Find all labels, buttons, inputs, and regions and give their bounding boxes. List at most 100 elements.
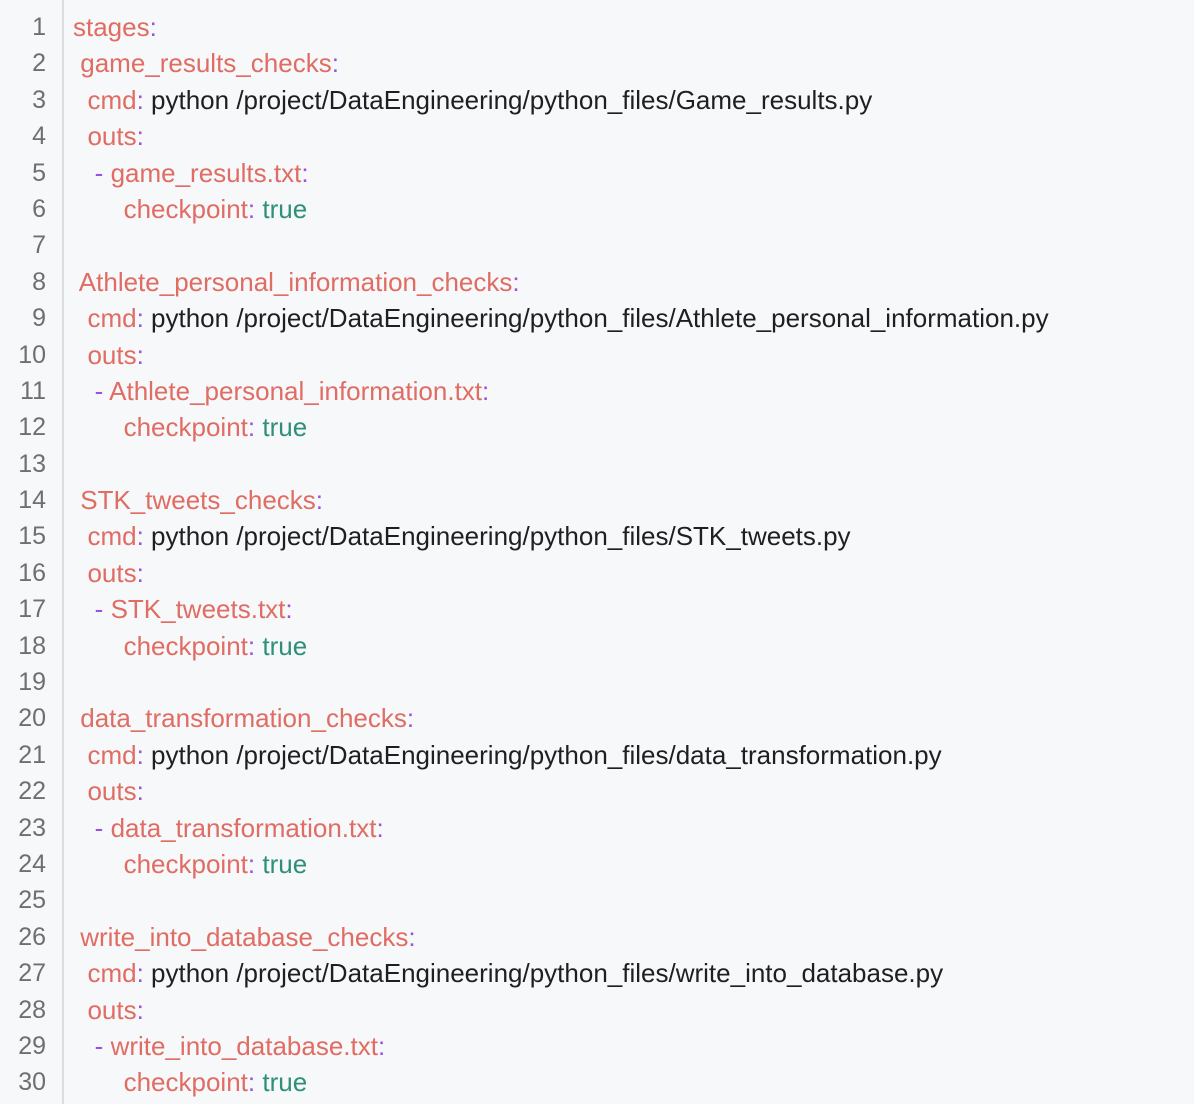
yaml-key: stages	[73, 12, 150, 42]
line-number: 4	[32, 122, 46, 151]
yaml-key: STK_tweets.txt	[110, 594, 286, 625]
yaml-key: cmd	[87, 303, 137, 334]
line-number: 13	[18, 449, 46, 478]
line-number: 18	[18, 631, 46, 660]
yaml-value: true	[255, 848, 308, 879]
yaml-key: cmd	[87, 739, 137, 770]
code-line[interactable]: outs:	[73, 992, 1194, 1028]
code-line[interactable]: cmd: python /project/DataEngineering/pyt…	[73, 82, 1194, 118]
yaml-value: true	[255, 412, 308, 443]
yaml-value: python /project/DataEngineering/python_f…	[143, 521, 851, 552]
line-number: 12	[18, 413, 46, 442]
line-number: 7	[32, 231, 46, 260]
code-editor[interactable]: 1 2 3 4 5 6 7 8 9 10 11 12 13 14 15 16 17 18 19 20 21 22 23 24 2…	[0, 0, 1194, 1104]
line-number: 11	[20, 376, 46, 405]
line-number: 20	[18, 704, 46, 733]
yaml-key: Athlete_personal_information_checks	[78, 266, 513, 297]
yaml-key: checkpoint	[123, 193, 248, 224]
line-number: 1	[32, 13, 46, 41]
yaml-colon: :	[136, 303, 144, 334]
code-line[interactable]: - STK_tweets.txt:	[73, 591, 1194, 627]
line-number: 19	[18, 668, 46, 697]
yaml-colon: :	[315, 485, 324, 516]
yaml-colon: :	[512, 266, 520, 297]
yaml-value: python /project/DataEngineering/python_f…	[143, 84, 873, 115]
line-number: 23	[18, 813, 46, 842]
yaml-key: checkpoint	[123, 630, 248, 661]
code-line[interactable]: - game_results.txt:	[73, 155, 1194, 191]
code-line[interactable]: outs:	[73, 337, 1194, 373]
code-line[interactable]: outs:	[73, 773, 1194, 809]
code-content[interactable]: stages: game_results_checks: cmd: python…	[64, 0, 1194, 1104]
code-line[interactable]: STK_tweets_checks:	[73, 482, 1194, 518]
line-number: 26	[18, 922, 46, 951]
code-line[interactable]: write_into_database_checks:	[73, 919, 1194, 955]
code-line[interactable]: checkpoint: true	[73, 191, 1194, 227]
code-line[interactable]: - data_transformation.txt:	[73, 810, 1194, 846]
line-number: 21	[18, 740, 46, 769]
code-line[interactable]: cmd: python /project/DataEngineering/pyt…	[73, 955, 1194, 991]
yaml-key: checkpoint	[123, 848, 248, 879]
code-line[interactable]: checkpoint: true	[73, 1064, 1194, 1100]
yaml-value: python /project/DataEngineering/python_f…	[143, 958, 944, 989]
code-line[interactable]: cmd: python /project/DataEngineering/pyt…	[73, 737, 1194, 773]
code-line[interactable]: - write_into_database.txt:	[73, 1028, 1194, 1064]
code-line[interactable]	[73, 664, 1194, 700]
code-line[interactable]: game_results_checks:	[73, 45, 1194, 81]
line-number: 15	[18, 522, 46, 551]
yaml-colon: :	[406, 703, 415, 734]
yaml-value: python /project/DataEngineering/python_f…	[143, 303, 1049, 334]
code-line[interactable]: Athlete_personal_information_checks:	[73, 264, 1194, 300]
code-line[interactable]: outs:	[73, 118, 1194, 154]
code-line[interactable]: checkpoint: true	[73, 846, 1194, 882]
yaml-colon: :	[285, 594, 293, 625]
yaml-key: checkpoint	[123, 1067, 248, 1098]
yaml-key: cmd	[87, 958, 137, 989]
yaml-key: outs	[87, 557, 137, 588]
code-line[interactable]: cmd: python /project/DataEngineering/pyt…	[73, 518, 1194, 554]
code-line[interactable]: data_transformation_checks:	[73, 700, 1194, 736]
yaml-key: data_transformation.txt	[110, 812, 377, 843]
code-line[interactable]: cmd: python /project/DataEngineering/pyt…	[73, 300, 1194, 336]
line-number: 3	[32, 85, 46, 114]
code-line[interactable]	[73, 882, 1194, 918]
line-number: 8	[32, 267, 46, 296]
line-number: 28	[18, 995, 46, 1024]
yaml-key: outs	[87, 121, 137, 152]
line-number: 5	[32, 158, 46, 187]
list-dash: -	[94, 375, 110, 406]
line-number: 27	[18, 959, 46, 988]
list-dash: -	[94, 812, 111, 843]
line-number: 30	[18, 1068, 46, 1097]
yaml-colon: :	[136, 84, 144, 115]
yaml-key: write_into_database_checks	[80, 921, 409, 952]
yaml-key: game_results.txt	[110, 157, 302, 188]
yaml-colon: :	[331, 48, 339, 79]
code-line[interactable]: checkpoint: true	[73, 628, 1194, 664]
yaml-key: game_results_checks	[80, 48, 332, 79]
yaml-key: outs	[87, 776, 137, 807]
code-line[interactable]: stages:	[73, 9, 1194, 45]
code-line[interactable]	[73, 227, 1194, 263]
code-line[interactable]: checkpoint: true	[73, 409, 1194, 445]
yaml-colon: :	[301, 157, 309, 188]
yaml-colon: :	[136, 557, 144, 588]
yaml-colon: :	[149, 12, 157, 42]
line-number: 22	[18, 777, 46, 806]
line-number: 9	[32, 304, 46, 333]
code-line[interactable]	[73, 446, 1194, 482]
code-line[interactable]: outs:	[73, 555, 1194, 591]
yaml-colon: :	[136, 739, 144, 770]
code-line[interactable]: - Athlete_personal_information.txt:	[73, 373, 1194, 409]
